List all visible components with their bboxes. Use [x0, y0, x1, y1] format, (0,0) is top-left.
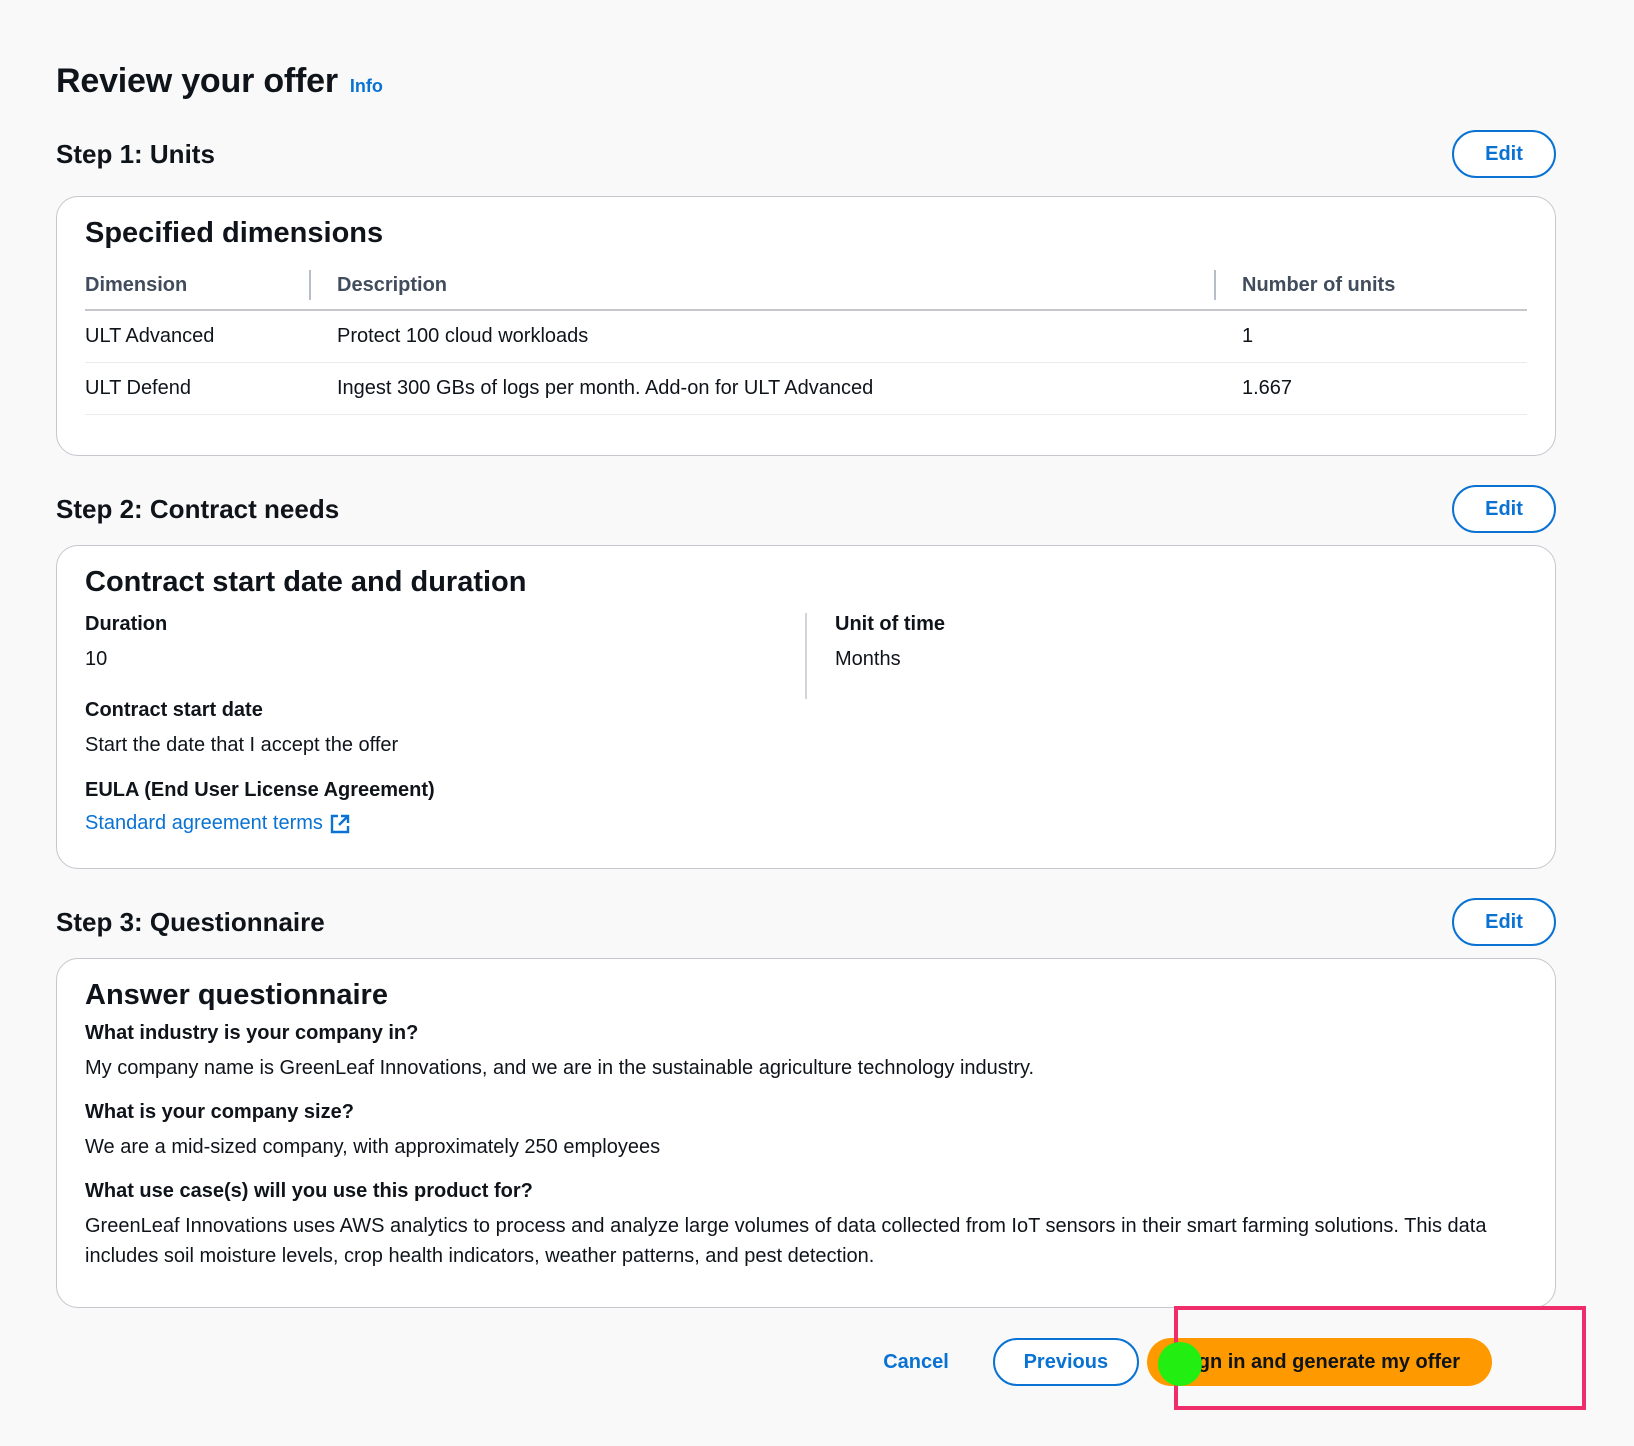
step2-header: Step 2: Contract needs Edit — [56, 485, 1556, 533]
duration-column: Duration 10 — [85, 613, 805, 699]
cell-description: Ingest 300 GBs of logs per month. Add-on… — [337, 362, 1242, 415]
table-header-row: Dimension Description Number of units — [85, 264, 1527, 311]
units-card: Specified dimensions Dimension Descripti… — [56, 196, 1556, 456]
cell-dimension: ULT Advanced — [85, 310, 337, 363]
question-company-size: What is your company size? — [85, 1101, 354, 1123]
question-use-case: What use case(s) will you use this produ… — [85, 1180, 533, 1202]
wizard-footer: Cancel Previous Sign in and generate my … — [883, 1338, 1492, 1386]
eula-label: EULA (End User License Agreement) — [85, 779, 435, 801]
unit-value: Months — [835, 648, 901, 670]
cell-units: 1.667 — [1242, 362, 1527, 415]
table-row: ULT Defend Ingest 300 GBs of logs per mo… — [85, 362, 1527, 415]
review-offer-page: Review your offer Info Step 1: Units Edi… — [0, 0, 1634, 1446]
column-header-description: Description — [309, 264, 1242, 311]
step2-title: Step 2: Contract needs — [56, 493, 340, 524]
sign-in-generate-offer-button[interactable]: Sign in and generate my offer — [1146, 1338, 1492, 1386]
question-industry: What industry is your company in? — [85, 1022, 419, 1044]
table-row: ULT Advanced Protect 100 cloud workloads… — [85, 310, 1527, 363]
column-header-units: Number of units — [1214, 264, 1527, 311]
cell-description: Protect 100 cloud workloads — [337, 310, 1242, 363]
eula-link-text: Standard agreement terms — [85, 812, 323, 834]
dimensions-table: Dimension Description Number of units UL… — [85, 264, 1527, 415]
start-date-label: Contract start date — [85, 699, 263, 721]
unit-column: Unit of time Months — [805, 613, 1527, 699]
step3-header: Step 3: Questionnaire Edit — [56, 898, 1556, 946]
page-header: Review your offer Info — [56, 62, 383, 101]
cancel-button[interactable]: Cancel — [883, 1351, 949, 1374]
page-title: Review your offer — [56, 62, 338, 100]
info-link[interactable]: Info — [350, 76, 383, 97]
start-date-value: Start the date that I accept the offer — [85, 734, 399, 756]
step3-edit-button[interactable]: Edit — [1452, 898, 1556, 946]
external-link-icon — [330, 814, 350, 833]
duration-label: Duration — [85, 613, 168, 635]
questionnaire-card: Answer questionnaire What industry is yo… — [56, 958, 1556, 1308]
column-separator[interactable] — [309, 270, 311, 300]
step3-title: Step 3: Questionnaire — [56, 906, 325, 937]
cell-units: 1 — [1242, 310, 1527, 363]
column-header-dimension: Dimension — [85, 264, 337, 311]
answer-industry: My company name is GreenLeaf Innovations… — [85, 1057, 1035, 1079]
answer-use-case: GreenLeaf Innovations uses AWS analytics… — [85, 1215, 1487, 1267]
step1-header: Step 1: Units Edit — [56, 130, 1556, 178]
step1-title: Step 1: Units — [56, 138, 215, 169]
answer-company-size: We are a mid-sized company, with approxi… — [85, 1136, 661, 1158]
step1-edit-button[interactable]: Edit — [1452, 130, 1556, 178]
eula-link[interactable]: Standard agreement terms — [85, 812, 351, 835]
questionnaire-card-title: Answer questionnaire — [85, 979, 388, 1011]
column-separator[interactable] — [1214, 270, 1216, 300]
contract-card-title: Contract start date and duration — [85, 566, 527, 598]
duration-value: 10 — [85, 648, 108, 670]
contract-details: Duration 10 Unit of time Months — [85, 613, 1527, 699]
unit-label: Unit of time — [835, 613, 945, 635]
cell-dimension: ULT Defend — [85, 362, 337, 415]
contract-card: Contract start date and duration Duratio… — [56, 545, 1556, 869]
previous-button[interactable]: Previous — [992, 1338, 1139, 1386]
units-card-title: Specified dimensions — [85, 217, 384, 249]
step2-edit-button[interactable]: Edit — [1452, 485, 1556, 533]
